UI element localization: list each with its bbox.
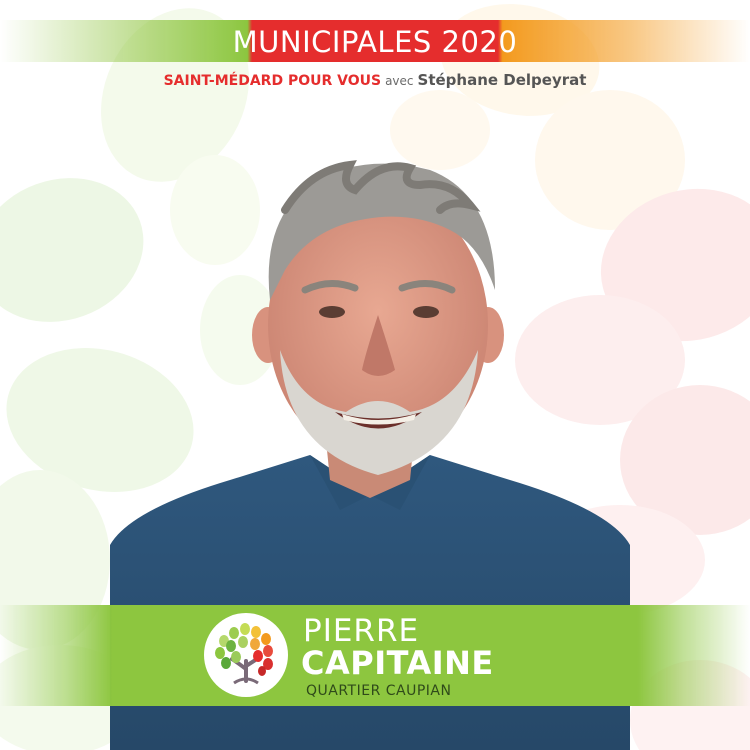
tree-logo-icon bbox=[204, 613, 288, 697]
election-title: MUNICIPALES 2020 bbox=[232, 25, 518, 59]
campaign-poster: MUNICIPALES 2020 SAINT-MÉDARD POUR VOUS a… bbox=[0, 0, 750, 750]
list-name: SAINT-MÉDARD POUR VOUS bbox=[163, 73, 382, 89]
candidate-last-name: CAPITAINE bbox=[301, 644, 494, 682]
candidate-first-name: PIERRE bbox=[303, 613, 420, 649]
candidate-district: QUARTIER CAUPIAN bbox=[306, 683, 452, 699]
campaign-subtitle: SAINT-MÉDARD POUR VOUS avec Stéphane Delpe… bbox=[0, 71, 750, 89]
lead-candidate-name: Stéphane Delpeyrat bbox=[417, 71, 587, 89]
avec-label: avec bbox=[385, 74, 414, 88]
